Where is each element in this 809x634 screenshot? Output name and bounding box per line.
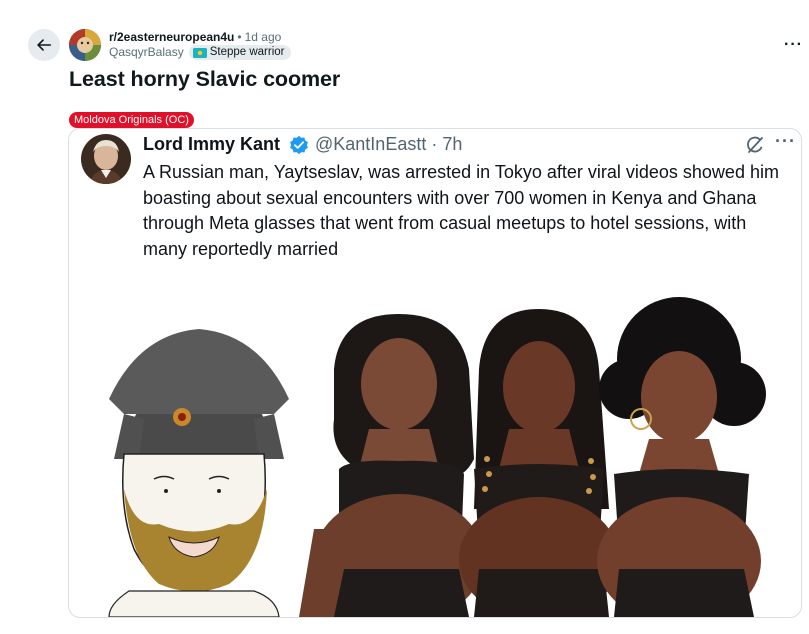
verified-badge-icon xyxy=(290,135,308,155)
post-media-image[interactable]: Lord Immy Kant @KantInEastt · 7h ··· A R… xyxy=(68,128,802,618)
woman-figure-3 xyxy=(597,297,766,617)
author-link[interactable]: QasqyrBalasy xyxy=(109,45,184,60)
flag-icon xyxy=(192,47,207,58)
arrow-left-icon xyxy=(37,39,52,51)
post-title[interactable]: Least horny Slavic coomer xyxy=(69,67,340,92)
post-time: 1d ago xyxy=(244,30,282,44)
user-flair: Steppe warrior xyxy=(188,45,291,60)
wojak-ushanka-figure xyxy=(108,329,289,617)
tweet-author-handle[interactable]: @KantInEastt · 7h xyxy=(315,134,462,155)
tweet-more-button[interactable]: ··· xyxy=(775,131,796,152)
woman-figure-1 xyxy=(299,314,484,617)
post-meta: r/2easterneuropean4u • 1d ago xyxy=(109,30,281,45)
user-flair-label: Steppe warrior xyxy=(209,46,285,58)
subreddit-avatar[interactable] xyxy=(69,29,101,61)
woman-figure-2 xyxy=(459,309,619,617)
ellipsis-icon: ··· xyxy=(775,131,796,151)
ellipsis-icon: ··· xyxy=(784,36,803,53)
post-flair[interactable]: Moldova Originals (OC) xyxy=(69,112,194,128)
tweet-author-avatar[interactable] xyxy=(81,134,131,184)
tweet-author-name[interactable]: Lord Immy Kant xyxy=(143,134,280,155)
grok-icon[interactable] xyxy=(745,135,765,155)
separator-dot: • xyxy=(237,30,242,44)
back-button[interactable] xyxy=(28,29,60,61)
tweet-text: A Russian man, Yaytseslav, was arrested … xyxy=(143,162,779,259)
subreddit-link[interactable]: r/2easterneuropean4u xyxy=(109,30,234,44)
more-options-button[interactable]: ··· xyxy=(784,36,803,54)
author-row: QasqyrBalasy Steppe warrior xyxy=(109,45,291,60)
